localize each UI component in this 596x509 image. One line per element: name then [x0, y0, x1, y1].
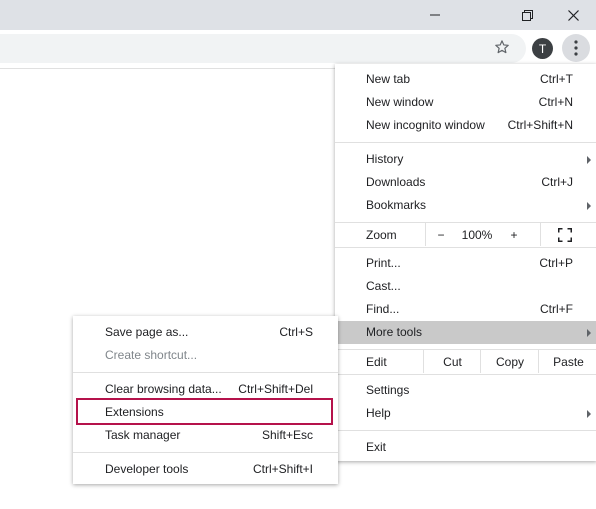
paste-label: Paste	[553, 354, 584, 369]
menu-item-label: New window	[366, 95, 434, 109]
menu-item-shortcut: Ctrl+T	[540, 72, 573, 86]
menu-item-label: Print...	[366, 256, 401, 270]
address-bar[interactable]	[0, 34, 526, 63]
menu-item-history[interactable]: History	[335, 148, 596, 171]
profile-avatar[interactable]: T	[532, 38, 553, 59]
submenu-arrow-icon	[587, 156, 591, 164]
submenu-item-label: Create shortcut...	[105, 348, 198, 362]
submenu-item-task-manager[interactable]: Task manager Shift+Esc	[73, 424, 338, 447]
copy-button[interactable]: Copy	[480, 350, 539, 373]
zoom-out-button[interactable]: −	[425, 223, 456, 246]
more-tools-submenu: Save page as... Ctrl+S Create shortcut..…	[73, 316, 338, 484]
extensions-highlight-box	[76, 398, 333, 425]
star-icon	[495, 40, 509, 54]
submenu-arrow-icon	[587, 202, 591, 210]
submenu-item-save-page[interactable]: Save page as... Ctrl+S	[73, 321, 338, 344]
restore-icon	[521, 9, 533, 21]
zoom-plus-icon: +	[510, 227, 518, 242]
submenu-item-developer-tools[interactable]: Developer tools Ctrl+Shift+I	[73, 458, 338, 481]
cut-label: Cut	[443, 354, 462, 369]
menu-separator	[73, 372, 338, 373]
menu-item-more-tools[interactable]: More tools	[335, 321, 596, 344]
menu-item-help[interactable]: Help	[335, 402, 596, 425]
browser-menu-button[interactable]	[562, 34, 590, 62]
copy-label: Copy	[495, 354, 524, 369]
menu-item-shortcut: Ctrl+N	[538, 95, 573, 109]
submenu-item-label: Task manager	[105, 428, 181, 442]
menu-separator	[335, 374, 596, 375]
menu-item-shortcut: Ctrl+F	[540, 302, 573, 316]
menu-item-label: Downloads	[366, 175, 426, 189]
submenu-item-label: Clear browsing data...	[105, 382, 222, 396]
menu-item-label: New incognito window	[366, 118, 485, 132]
menu-item-print[interactable]: Print... Ctrl+P	[335, 252, 596, 275]
menu-item-label: Find...	[366, 302, 400, 316]
menu-item-downloads[interactable]: Downloads Ctrl+J	[335, 171, 596, 194]
menu-item-exit[interactable]: Exit	[335, 436, 596, 459]
restore-button[interactable]	[504, 0, 550, 30]
zoom-row: Zoom − 100% +	[335, 223, 596, 247]
menu-separator	[335, 247, 596, 248]
edit-row: Edit Cut Copy Paste	[335, 350, 596, 374]
menu-item-bookmarks[interactable]: Bookmarks	[335, 194, 596, 217]
menu-item-label: History	[366, 152, 404, 166]
menu-item-find[interactable]: Find... Ctrl+F	[335, 298, 596, 321]
cut-button[interactable]: Cut	[423, 350, 481, 373]
submenu-item-shortcut: Shift+Esc	[261, 428, 313, 442]
kebab-menu-icon	[574, 40, 578, 56]
menu-item-cast[interactable]: Cast...	[335, 275, 596, 298]
menu-item-shortcut: Ctrl+Shift+N	[507, 118, 573, 132]
menu-item-new-incognito[interactable]: New incognito window Ctrl+Shift+N	[335, 114, 596, 137]
bookmark-star-button[interactable]	[491, 36, 513, 58]
title-bar	[0, 0, 596, 30]
menu-item-settings[interactable]: Settings	[335, 379, 596, 402]
menu-item-label: More tools	[366, 325, 423, 339]
zoom-label: Zoom	[366, 228, 397, 242]
zoom-value: 100%	[455, 223, 499, 246]
menu-item-new-window[interactable]: New window Ctrl+N	[335, 91, 596, 114]
menu-item-shortcut: Ctrl+P	[539, 256, 573, 270]
menu-separator	[335, 142, 596, 143]
menu-item-label: Cast...	[366, 279, 401, 293]
avatar-letter: T	[538, 41, 547, 56]
menu-item-new-tab[interactable]: New tab Ctrl+T	[335, 68, 596, 91]
minimize-icon	[430, 14, 440, 16]
minimize-button[interactable]	[412, 0, 458, 30]
submenu-item-shortcut: Ctrl+Shift+Del	[238, 382, 313, 396]
menu-item-label: New tab	[366, 72, 411, 86]
menu-item-label: Help	[366, 406, 391, 420]
menu-item-label: Bookmarks	[366, 198, 427, 212]
edit-label: Edit	[366, 355, 387, 369]
paste-button[interactable]: Paste	[538, 350, 596, 373]
submenu-item-label: Save page as...	[105, 325, 189, 339]
zoom-percentage: 100%	[461, 227, 493, 242]
submenu-item-create-shortcut[interactable]: Create shortcut...	[73, 344, 338, 367]
browser-main-menu: New tab Ctrl+T New window Ctrl+N New inc…	[335, 64, 596, 461]
zoom-in-button[interactable]: +	[499, 223, 529, 246]
submenu-arrow-icon	[587, 410, 591, 418]
fullscreen-icon	[557, 227, 572, 242]
menu-separator	[73, 452, 338, 453]
fullscreen-button[interactable]	[540, 223, 588, 246]
zoom-minus-icon: −	[437, 227, 445, 242]
submenu-arrow-icon	[587, 329, 591, 337]
menu-item-label: Exit	[366, 440, 387, 454]
close-button[interactable]	[550, 0, 596, 30]
submenu-item-label: Developer tools	[105, 462, 189, 476]
menu-item-shortcut: Ctrl+J	[541, 175, 573, 189]
menu-item-label: Settings	[366, 383, 410, 397]
menu-separator	[335, 430, 596, 431]
submenu-item-shortcut: Ctrl+Shift+I	[252, 462, 313, 476]
close-icon	[567, 9, 579, 21]
submenu-item-shortcut: Ctrl+S	[279, 325, 313, 339]
